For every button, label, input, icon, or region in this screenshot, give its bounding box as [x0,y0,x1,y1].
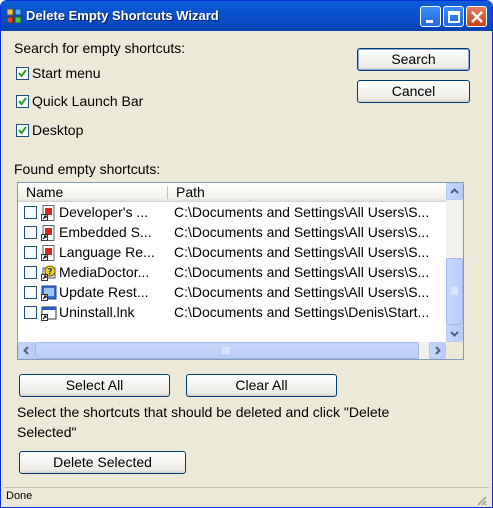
maximize-button[interactable] [443,6,464,27]
row-name: Uninstall.lnk [59,304,135,320]
chevron-right-icon [435,346,441,355]
search-button[interactable]: Search [357,48,470,71]
instruction-text-line-2: Selected" [17,424,77,440]
window-shortcut-icon [41,306,57,321]
desktop-label[interactable]: Desktop [32,122,83,138]
chevron-down-icon [450,331,459,337]
quick-launch-checkbox[interactable] [16,95,29,108]
wizard-window: Delete Empty Shortcuts Wizard Search for… [0,0,493,508]
grip-icon [451,287,458,295]
checkmark-icon [18,69,27,78]
list-header: Name Path [18,183,446,202]
row-checkbox[interactable] [24,306,37,319]
shortcuts-list[interactable]: Name Path Developer's ... C:\Documents a… [17,182,464,360]
row-checkbox[interactable] [24,226,37,239]
scroll-down-button[interactable] [446,325,463,342]
maximize-icon [448,11,460,23]
list-item[interactable]: Developer's ... C:\Documents and Setting… [18,203,446,223]
horizontal-scroll-thumb[interactable] [35,342,419,359]
scrollbar-corner [446,342,463,359]
found-shortcuts-label: Found empty shortcuts: [14,161,161,177]
horizontal-scrollbar[interactable] [18,342,446,359]
row-name: Developer's ... [59,204,149,220]
row-checkbox[interactable] [24,206,37,219]
pdf-shortcut-icon [41,225,55,241]
row-name: Update Rest... [59,284,149,300]
row-checkbox[interactable] [24,266,37,279]
cancel-button[interactable]: Cancel [357,80,470,103]
quick-launch-label[interactable]: Quick Launch Bar [32,93,143,109]
title-bar[interactable]: Delete Empty Shortcuts Wizard [1,1,492,31]
resize-grip-icon[interactable] [475,494,487,506]
status-text: Done [6,490,33,502]
row-name: Language Re... [59,244,155,260]
list-item[interactable]: ? MediaDoctor... C:\Documents and Settin… [18,263,446,283]
column-header-name[interactable]: Name [26,184,63,200]
scroll-left-button[interactable] [18,342,35,359]
row-checkbox[interactable] [24,286,37,299]
list-item[interactable]: Uninstall.lnk C:\Documents and Settings\… [18,303,446,323]
svg-text:?: ? [47,268,52,278]
scroll-up-button[interactable] [446,183,463,200]
scroll-right-button[interactable] [429,342,446,359]
status-bar: Done [4,487,489,507]
close-icon [471,11,483,23]
list-item[interactable]: Update Rest... C:\Documents and Settings… [18,283,446,303]
delete-selected-button[interactable]: Delete Selected [19,451,186,474]
pdf-shortcut-icon [41,245,55,261]
close-button[interactable] [466,6,487,27]
row-path: C:\Documents and Settings\All Users\S... [174,284,430,300]
app-icon [7,9,21,23]
checkmark-icon [18,97,27,106]
clear-all-button[interactable]: Clear All [186,374,337,397]
column-header-path[interactable]: Path [176,184,205,200]
app-shortcut-icon [41,285,57,301]
row-checkbox[interactable] [24,246,37,259]
start-menu-checkbox[interactable] [16,67,29,80]
row-name: MediaDoctor... [59,264,150,280]
window-title: Delete Empty Shortcuts Wizard [26,8,219,23]
row-path: C:\Documents and Settings\Denis\Start... [174,304,430,320]
start-menu-label[interactable]: Start menu [32,65,100,81]
instruction-text-line-1: Select the shortcuts that should be dele… [17,404,390,420]
row-name: Embedded S... [59,224,152,240]
search-group-label: Search for empty shortcuts: [14,40,186,56]
help-shortcut-icon: ? [41,265,56,281]
checkmark-icon [18,126,27,135]
pdf-shortcut-icon [41,205,55,221]
select-all-button[interactable]: Select All [19,374,170,397]
list-item[interactable]: Language Re... C:\Documents and Settings… [18,243,446,263]
minimize-icon [426,20,433,23]
grip-icon [222,347,230,354]
row-path: C:\Documents and Settings\All Users\S... [174,224,430,240]
row-path: C:\Documents and Settings\All Users\S... [174,204,430,220]
chevron-up-icon [450,188,459,194]
list-item[interactable]: Embedded S... C:\Documents and Settings\… [18,223,446,243]
row-path: C:\Documents and Settings\All Users\S... [174,244,430,260]
vertical-scrollbar[interactable] [446,183,463,342]
chevron-left-icon [23,346,29,355]
minimize-button[interactable] [420,6,441,27]
column-separator[interactable] [167,186,168,199]
vertical-scroll-thumb[interactable] [446,258,463,325]
dialog-client-area: Search for empty shortcuts: Start menu Q… [4,31,489,507]
desktop-checkbox[interactable] [16,124,29,137]
row-path: C:\Documents and Settings\All Users\S... [174,264,430,280]
